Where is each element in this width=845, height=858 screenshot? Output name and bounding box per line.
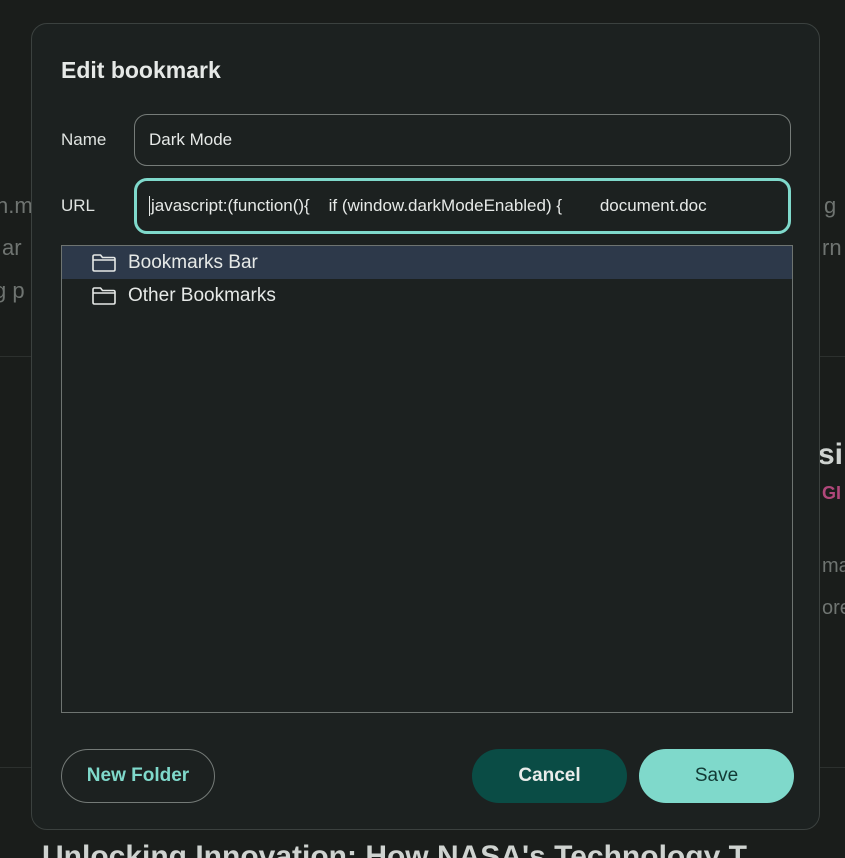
dialog-title: Edit bookmark: [61, 57, 221, 83]
folder-label: Bookmarks Bar: [128, 251, 258, 273]
text-cursor: [149, 196, 150, 216]
folder-item-other-bookmarks[interactable]: Other Bookmarks: [62, 279, 792, 312]
folder-item-bookmarks-bar[interactable]: Bookmarks Bar: [62, 246, 792, 279]
background-text: ore: [822, 597, 845, 619]
background-text: g p: [0, 278, 25, 303]
background-heading: si: [818, 438, 844, 471]
save-button[interactable]: Save: [639, 749, 794, 803]
background-text: ma: [822, 555, 845, 577]
background-text: ar: [2, 235, 22, 260]
background-text: rn: [822, 235, 842, 260]
name-label: Name: [61, 130, 107, 149]
url-input-value: javascript:(function(){ if (window.darkM…: [151, 196, 707, 215]
folder-icon: [91, 253, 117, 273]
background-tag: GI: [822, 483, 842, 503]
folder-tree[interactable]: Bookmarks Bar Other Bookmarks: [61, 245, 793, 713]
edit-bookmark-dialog: Edit bookmark Name Dark Mode URL javascr…: [31, 23, 820, 830]
folder-icon: [91, 286, 117, 306]
cancel-button[interactable]: Cancel: [472, 749, 627, 803]
background-text: n.m: [0, 193, 33, 218]
folder-label: Other Bookmarks: [128, 284, 276, 306]
background-article-title: Unlocking Innovation: How NASA's Technol…: [42, 840, 747, 858]
background-text: g: [824, 193, 837, 218]
name-input-value: Dark Mode: [149, 130, 233, 149]
new-folder-button[interactable]: New Folder: [61, 749, 215, 803]
url-label: URL: [61, 196, 96, 215]
name-input[interactable]: Dark Mode: [134, 114, 791, 166]
url-input[interactable]: javascript:(function(){ if (window.darkM…: [134, 178, 791, 234]
